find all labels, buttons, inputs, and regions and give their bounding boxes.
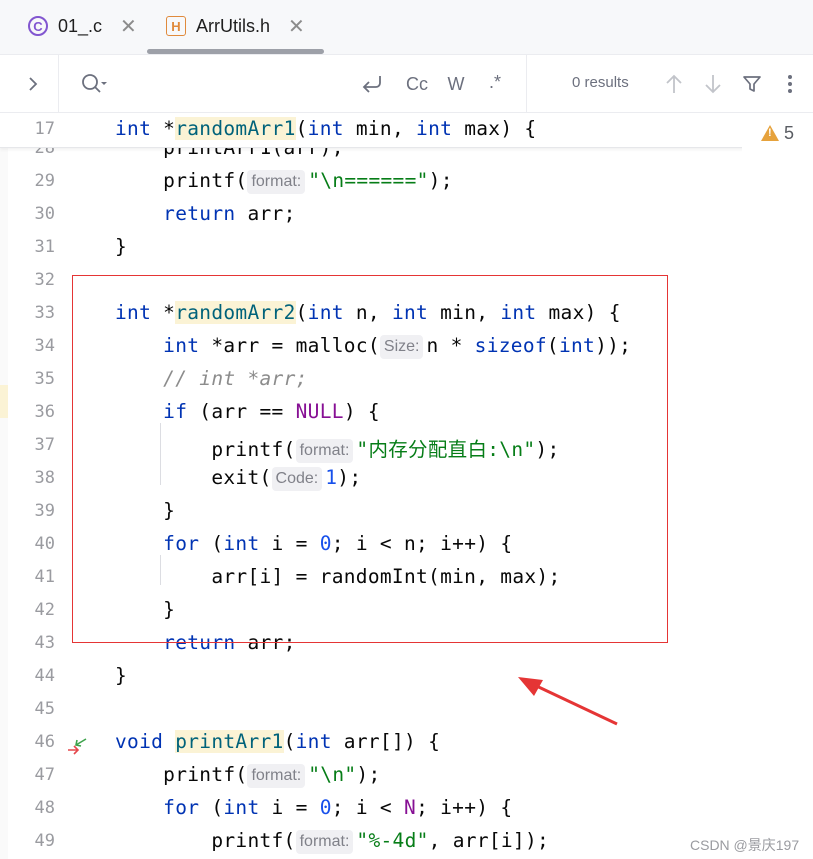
warning-count: 5: [783, 122, 794, 143]
warning-icon: [760, 125, 779, 141]
problems-indicator[interactable]: 5: [742, 113, 813, 153]
watermark: CSDN @景庆197: [690, 837, 800, 853]
code-line: int *randomArr1(int min, int max) {: [115, 117, 537, 140]
sticky-scroll-line[interactable]: 17 int *randomArr1(int min, int max) {: [0, 113, 813, 148]
line-number: 17: [34, 119, 55, 139]
